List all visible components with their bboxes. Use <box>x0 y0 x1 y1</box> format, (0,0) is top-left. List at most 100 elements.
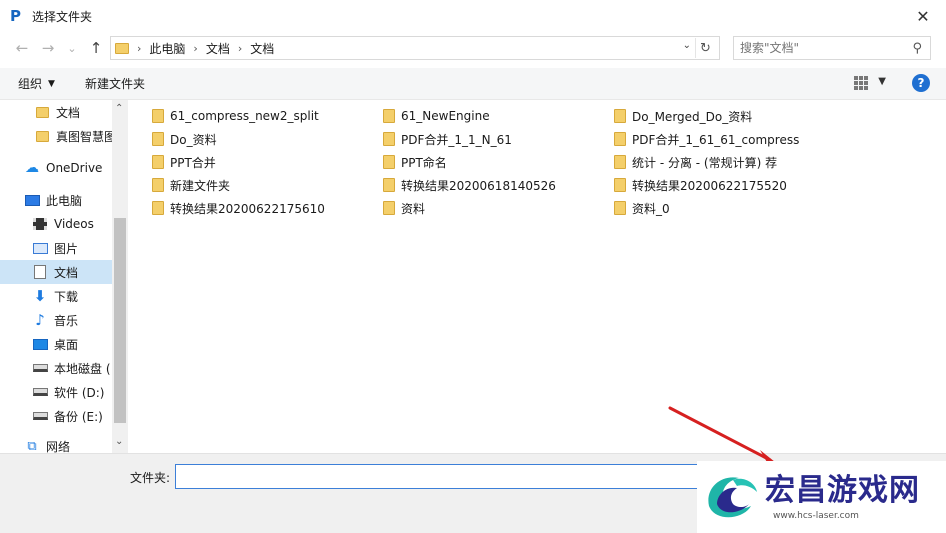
nav-item-label: OneDrive <box>46 161 103 175</box>
view-grid-icon[interactable] <box>854 76 868 90</box>
nav-item-zhentu[interactable]: 真图智慧图 <box>0 124 112 148</box>
nav-item-documents[interactable]: 文档 <box>0 260 112 284</box>
new-folder-button[interactable]: 新建文件夹 <box>85 75 145 92</box>
up-button[interactable]: ↑ <box>86 38 106 58</box>
desktop-icon <box>32 337 48 351</box>
help-icon[interactable]: ? <box>912 74 930 92</box>
folder-icon <box>152 155 164 169</box>
nav-item-label: 桌面 <box>54 337 79 352</box>
watermark-name: 宏昌游戏网 <box>765 473 920 508</box>
list-item[interactable]: 61_NewEngine <box>383 106 490 126</box>
window-title: 选择文件夹 <box>32 9 93 24</box>
folder-name: 转换结果20200618140526 <box>401 178 556 193</box>
nav-item-label: 图片 <box>54 241 79 256</box>
cloud-icon: ☁ <box>25 160 39 176</box>
list-item[interactable]: 转换结果20200622175610 <box>152 198 325 218</box>
nav-item-music[interactable]: ♪ 音乐 <box>0 308 112 332</box>
search-box[interactable]: ⚲ <box>733 36 931 60</box>
file-list: 61_compress_new2_split Do_资料 PPT合并 新建文件夹… <box>128 100 946 453</box>
list-item[interactable]: PPT命名 <box>383 152 447 172</box>
search-input[interactable] <box>740 41 910 55</box>
breadcrumb-documents[interactable]: 文档 <box>206 40 230 57</box>
search-icon[interactable]: ⚲ <box>912 41 922 56</box>
back-button[interactable]: ← <box>12 38 32 58</box>
forward-button[interactable]: → <box>38 38 58 58</box>
nav-scrollbar[interactable]: ⌃ ⌄ <box>112 100 128 453</box>
nav-item-pictures[interactable]: 图片 <box>0 236 112 260</box>
folder-icon <box>152 132 164 146</box>
nav-item-label: 真图智慧图 <box>56 129 112 144</box>
nav-item-videos[interactable]: Videos <box>0 212 112 236</box>
nav-item-network[interactable]: ⧉ 网络 <box>0 434 112 454</box>
chevron-right-icon[interactable]: › <box>238 42 242 55</box>
document-icon <box>32 265 48 279</box>
disk-icon <box>32 361 48 375</box>
folder-icon <box>34 105 50 119</box>
list-item[interactable]: Do_资料 <box>152 129 217 149</box>
nav-item-software-d[interactable]: 软件 (D:) <box>0 380 112 404</box>
address-row: ← → ⌄ ↑ › 此电脑 › 文档 › 文档 ⌄ ↻ ⚲ <box>0 34 946 62</box>
folder-name: 转换结果20200622175520 <box>632 178 787 193</box>
chevron-right-icon[interactable]: › <box>193 42 197 55</box>
title-bar: P 选择文件夹 ✕ <box>0 0 946 32</box>
navigation-pane: 文档 真图智慧图 ☁ OneDrive 此电脑 Videos 图片 文档 ⬇ 下… <box>0 100 128 453</box>
organize-button[interactable]: 组织 ▼ <box>18 75 55 92</box>
watermark: 宏昌游戏网 www.hcs-laser.com <box>697 461 946 533</box>
list-item[interactable]: 新建文件夹 <box>152 175 230 195</box>
folder-icon <box>614 132 626 146</box>
folder-icon <box>383 178 395 192</box>
folder-icon <box>34 129 50 143</box>
nav-item-label: 文档 <box>54 265 79 280</box>
video-icon <box>32 217 48 231</box>
download-icon: ⬇ <box>33 287 47 305</box>
breadcrumb-this-pc[interactable]: 此电脑 <box>149 40 185 57</box>
organize-label: 组织 <box>18 77 43 91</box>
scroll-thumb[interactable] <box>114 218 126 423</box>
nav-item-backup-e[interactable]: 备份 (E:) <box>0 404 112 428</box>
folder-icon <box>383 155 395 169</box>
nav-item-documents-quick[interactable]: 文档 <box>0 100 112 124</box>
folder-icon <box>383 201 395 215</box>
folder-name: Do_资料 <box>170 132 217 147</box>
folder-icon <box>383 132 395 146</box>
folder-name: 61_NewEngine <box>401 109 490 123</box>
nav-item-desktop[interactable]: 桌面 <box>0 332 112 356</box>
address-bar[interactable]: › 此电脑 › 文档 › 文档 ⌄ ↻ <box>110 36 720 60</box>
chevron-down-icon[interactable]: ⌄ <box>683 40 691 51</box>
nav-item-label: 音乐 <box>54 313 79 328</box>
nav-item-onedrive[interactable]: ☁ OneDrive <box>0 156 112 180</box>
list-item[interactable]: 资料_0 <box>614 198 670 218</box>
scroll-up-icon[interactable]: ⌃ <box>115 103 123 114</box>
list-item[interactable]: 61_compress_new2_split <box>152 106 319 126</box>
caret-down-icon: ▼ <box>48 78 55 89</box>
nav-item-local-disk[interactable]: 本地磁盘 ( <box>0 356 112 380</box>
list-item[interactable]: PDF合并_1_61_61_compress <box>614 129 799 149</box>
watermark-logo-icon <box>708 477 757 518</box>
view-options-caret-icon[interactable]: ▼ <box>878 76 886 87</box>
folder-name: PDF合并_1_1_N_61 <box>401 132 512 147</box>
breadcrumb-documents-current[interactable]: 文档 <box>250 40 274 57</box>
list-item[interactable]: PDF合并_1_1_N_61 <box>383 129 512 149</box>
list-item[interactable]: 转换结果20200618140526 <box>383 175 556 195</box>
list-item[interactable]: PPT合并 <box>152 152 216 172</box>
nav-item-this-pc[interactable]: 此电脑 <box>0 188 112 212</box>
close-button[interactable]: ✕ <box>900 0 946 32</box>
nav-item-downloads[interactable]: ⬇ 下载 <box>0 284 112 308</box>
folder-name: 统计 - 分离 - (常规计算) 荐 <box>632 155 778 170</box>
music-icon: ♪ <box>35 311 45 329</box>
folder-name: 新建文件夹 <box>170 178 231 193</box>
folder-name: Do_Merged_Do_资料 <box>632 109 753 124</box>
nav-item-label: 本地磁盘 ( <box>54 361 111 376</box>
nav-item-label: 文档 <box>56 105 81 120</box>
list-item[interactable]: 转换结果20200622175520 <box>614 175 787 195</box>
list-item[interactable]: 资料 <box>383 198 425 218</box>
folder-icon <box>614 201 626 215</box>
list-item[interactable]: 统计 - 分离 - (常规计算) 荐 <box>614 152 777 172</box>
scroll-down-icon[interactable]: ⌄ <box>115 436 123 447</box>
folder-name: PDF合并_1_61_61_compress <box>632 132 800 147</box>
refresh-button[interactable]: ↻ <box>695 38 715 58</box>
folder-name: PPT命名 <box>401 155 447 170</box>
folder-name: PPT合并 <box>170 155 216 170</box>
recent-locations-button[interactable]: ⌄ <box>62 38 82 58</box>
list-item[interactable]: Do_Merged_Do_资料 <box>614 106 752 126</box>
